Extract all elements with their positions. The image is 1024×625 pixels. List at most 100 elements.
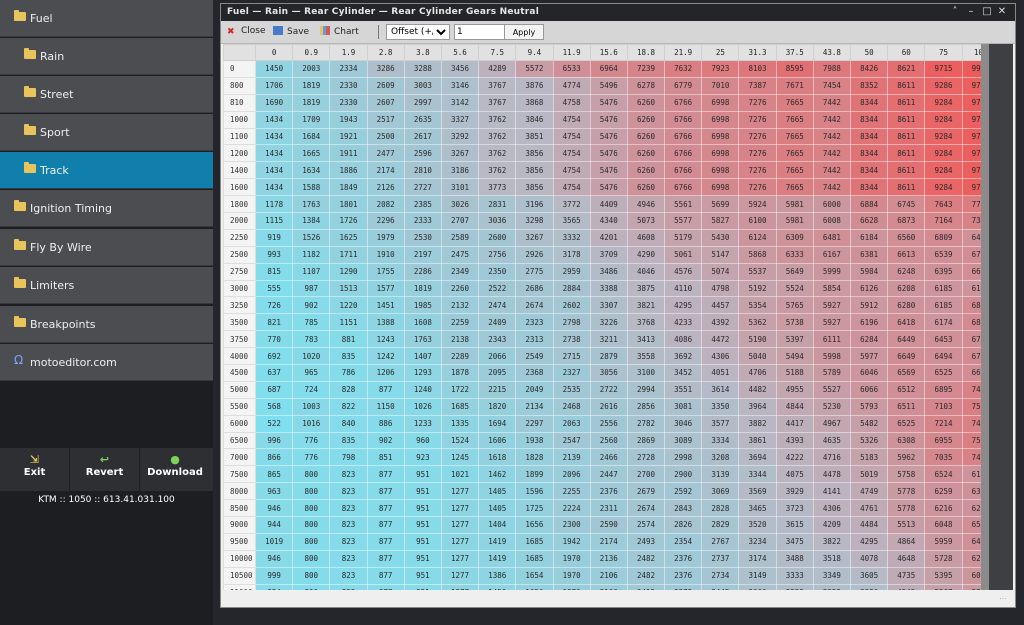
table-cell[interactable]: 3267: [515, 228, 554, 247]
table-cell[interactable]: 1820: [478, 397, 517, 416]
close-icon[interactable]: ✕: [996, 6, 1008, 18]
column-header[interactable]: 37.5: [775, 44, 814, 61]
table-cell[interactable]: 4289: [478, 60, 517, 78]
table-cell[interactable]: 6873: [887, 212, 926, 230]
table-cell[interactable]: 2775: [515, 262, 554, 281]
table-cell[interactable]: 6525: [887, 414, 926, 433]
table-cell[interactable]: 4478: [812, 465, 852, 484]
table-cell[interactable]: 1656: [515, 516, 554, 534]
table-cell[interactable]: 1526: [292, 228, 331, 247]
table-cell[interactable]: 4754: [552, 161, 591, 180]
table-cell[interactable]: 2468: [552, 397, 591, 416]
table-cell[interactable]: 823: [329, 482, 368, 501]
column-header[interactable]: 2.8: [366, 44, 405, 61]
table-cell[interactable]: 2174: [589, 532, 628, 551]
table-cell[interactable]: 1606: [478, 431, 517, 450]
table-cell[interactable]: 2482: [626, 566, 666, 585]
table-cell[interactable]: 2330: [329, 76, 368, 95]
table-cell[interactable]: 2003: [292, 60, 331, 78]
table-cell[interactable]: 5577: [664, 212, 703, 230]
table-cell[interactable]: 3101: [440, 178, 480, 197]
table-cell[interactable]: 1220: [329, 296, 368, 315]
table-cell[interactable]: 2826: [664, 516, 703, 534]
table-cell[interactable]: 9715: [924, 60, 963, 78]
table-cell[interactable]: 835: [329, 347, 368, 366]
table-cell[interactable]: 2556: [589, 414, 628, 433]
row-header[interactable]: 1800: [223, 195, 256, 214]
table-cell[interactable]: 2260: [440, 279, 480, 298]
table-cell[interactable]: 5476: [589, 110, 628, 129]
table-cell[interactable]: 6208: [887, 279, 926, 298]
table-cell[interactable]: 2138: [440, 330, 480, 349]
table-cell[interactable]: 3551: [664, 380, 703, 399]
table-cell[interactable]: 3694: [738, 448, 777, 467]
table-cell[interactable]: 4735: [887, 566, 926, 585]
table-cell[interactable]: 3298: [515, 212, 554, 230]
table-cell[interactable]: 1277: [440, 566, 480, 585]
table-cell[interactable]: 800: [292, 532, 331, 551]
table-cell[interactable]: 5699: [701, 195, 740, 214]
sidebar-item-ignition-timing[interactable]: Ignition Timing: [0, 190, 213, 227]
table-cell[interactable]: 6284: [849, 330, 889, 349]
table-cell[interactable]: 5793: [849, 397, 889, 416]
table-cell[interactable]: 2589: [440, 228, 480, 247]
table-cell[interactable]: 6569: [887, 364, 926, 382]
table-cell[interactable]: 2530: [403, 228, 442, 247]
table-cell[interactable]: 9284: [924, 178, 963, 197]
table-cell[interactable]: 6524: [924, 465, 963, 484]
table-cell[interactable]: 3208: [701, 448, 740, 467]
table-cell[interactable]: 1277: [440, 516, 480, 534]
table-cell[interactable]: 923: [403, 448, 442, 467]
table-cell[interactable]: 3964: [738, 397, 777, 416]
table-cell[interactable]: 4955: [775, 380, 814, 399]
table-cell[interactable]: 1233: [403, 414, 442, 433]
table-cell[interactable]: 3772: [552, 195, 591, 214]
table-cell[interactable]: 6216: [924, 499, 963, 518]
table-cell[interactable]: 902: [366, 431, 405, 450]
table-cell[interactable]: 7442: [812, 178, 852, 197]
table-cell[interactable]: 2997: [403, 93, 442, 112]
table-cell[interactable]: 776: [292, 448, 331, 467]
table-cell[interactable]: 965: [292, 364, 331, 382]
table-cell[interactable]: 6766: [664, 178, 703, 197]
table-cell[interactable]: 2700: [626, 465, 666, 484]
table-cell[interactable]: 5527: [812, 380, 852, 399]
table-cell[interactable]: 1722: [440, 380, 480, 399]
table-cell[interactable]: 6745: [887, 195, 926, 214]
table-cell[interactable]: 2738: [552, 330, 591, 349]
row-header[interactable]: 800: [223, 76, 256, 95]
table-cell[interactable]: 2296: [366, 212, 405, 230]
table-cell[interactable]: 1819: [292, 76, 331, 95]
table-cell[interactable]: 6260: [626, 93, 666, 112]
table-cell[interactable]: 919: [254, 228, 294, 247]
column-header[interactable]: 3.8: [403, 44, 442, 61]
table-cell[interactable]: 3856: [515, 144, 554, 163]
table-cell[interactable]: 5395: [924, 566, 963, 585]
table-cell[interactable]: 828: [329, 380, 368, 399]
table-cell[interactable]: 5496: [589, 76, 628, 95]
table-cell[interactable]: 5397: [775, 330, 814, 349]
table-cell[interactable]: 1910: [366, 245, 405, 264]
table-cell[interactable]: 1150: [366, 397, 405, 416]
table-cell[interactable]: 9284: [924, 161, 963, 180]
table-cell[interactable]: 960: [403, 431, 442, 450]
table-cell[interactable]: 4209: [812, 516, 852, 534]
table-cell[interactable]: 3288: [403, 60, 442, 78]
table-cell[interactable]: 835: [329, 431, 368, 450]
table-cell[interactable]: 1819: [403, 279, 442, 298]
table-cell[interactable]: 3518: [812, 549, 852, 568]
table-cell[interactable]: 6184: [849, 228, 889, 247]
table-cell[interactable]: 5476: [589, 178, 628, 197]
table-cell[interactable]: 5430: [701, 228, 740, 247]
table-cell[interactable]: 7454: [812, 76, 852, 95]
row-header[interactable]: 5500: [223, 397, 256, 416]
row-header[interactable]: 10000: [223, 549, 256, 568]
table-cell[interactable]: 7276: [738, 144, 777, 163]
row-header[interactable]: 1400: [223, 161, 256, 180]
table-cell[interactable]: 6533: [552, 60, 591, 78]
table-cell[interactable]: 5192: [738, 279, 777, 298]
table-cell[interactable]: 3226: [589, 313, 628, 332]
table-cell[interactable]: 5179: [664, 228, 703, 247]
column-header[interactable]: 25: [701, 44, 740, 61]
table-cell[interactable]: 7035: [924, 448, 963, 467]
